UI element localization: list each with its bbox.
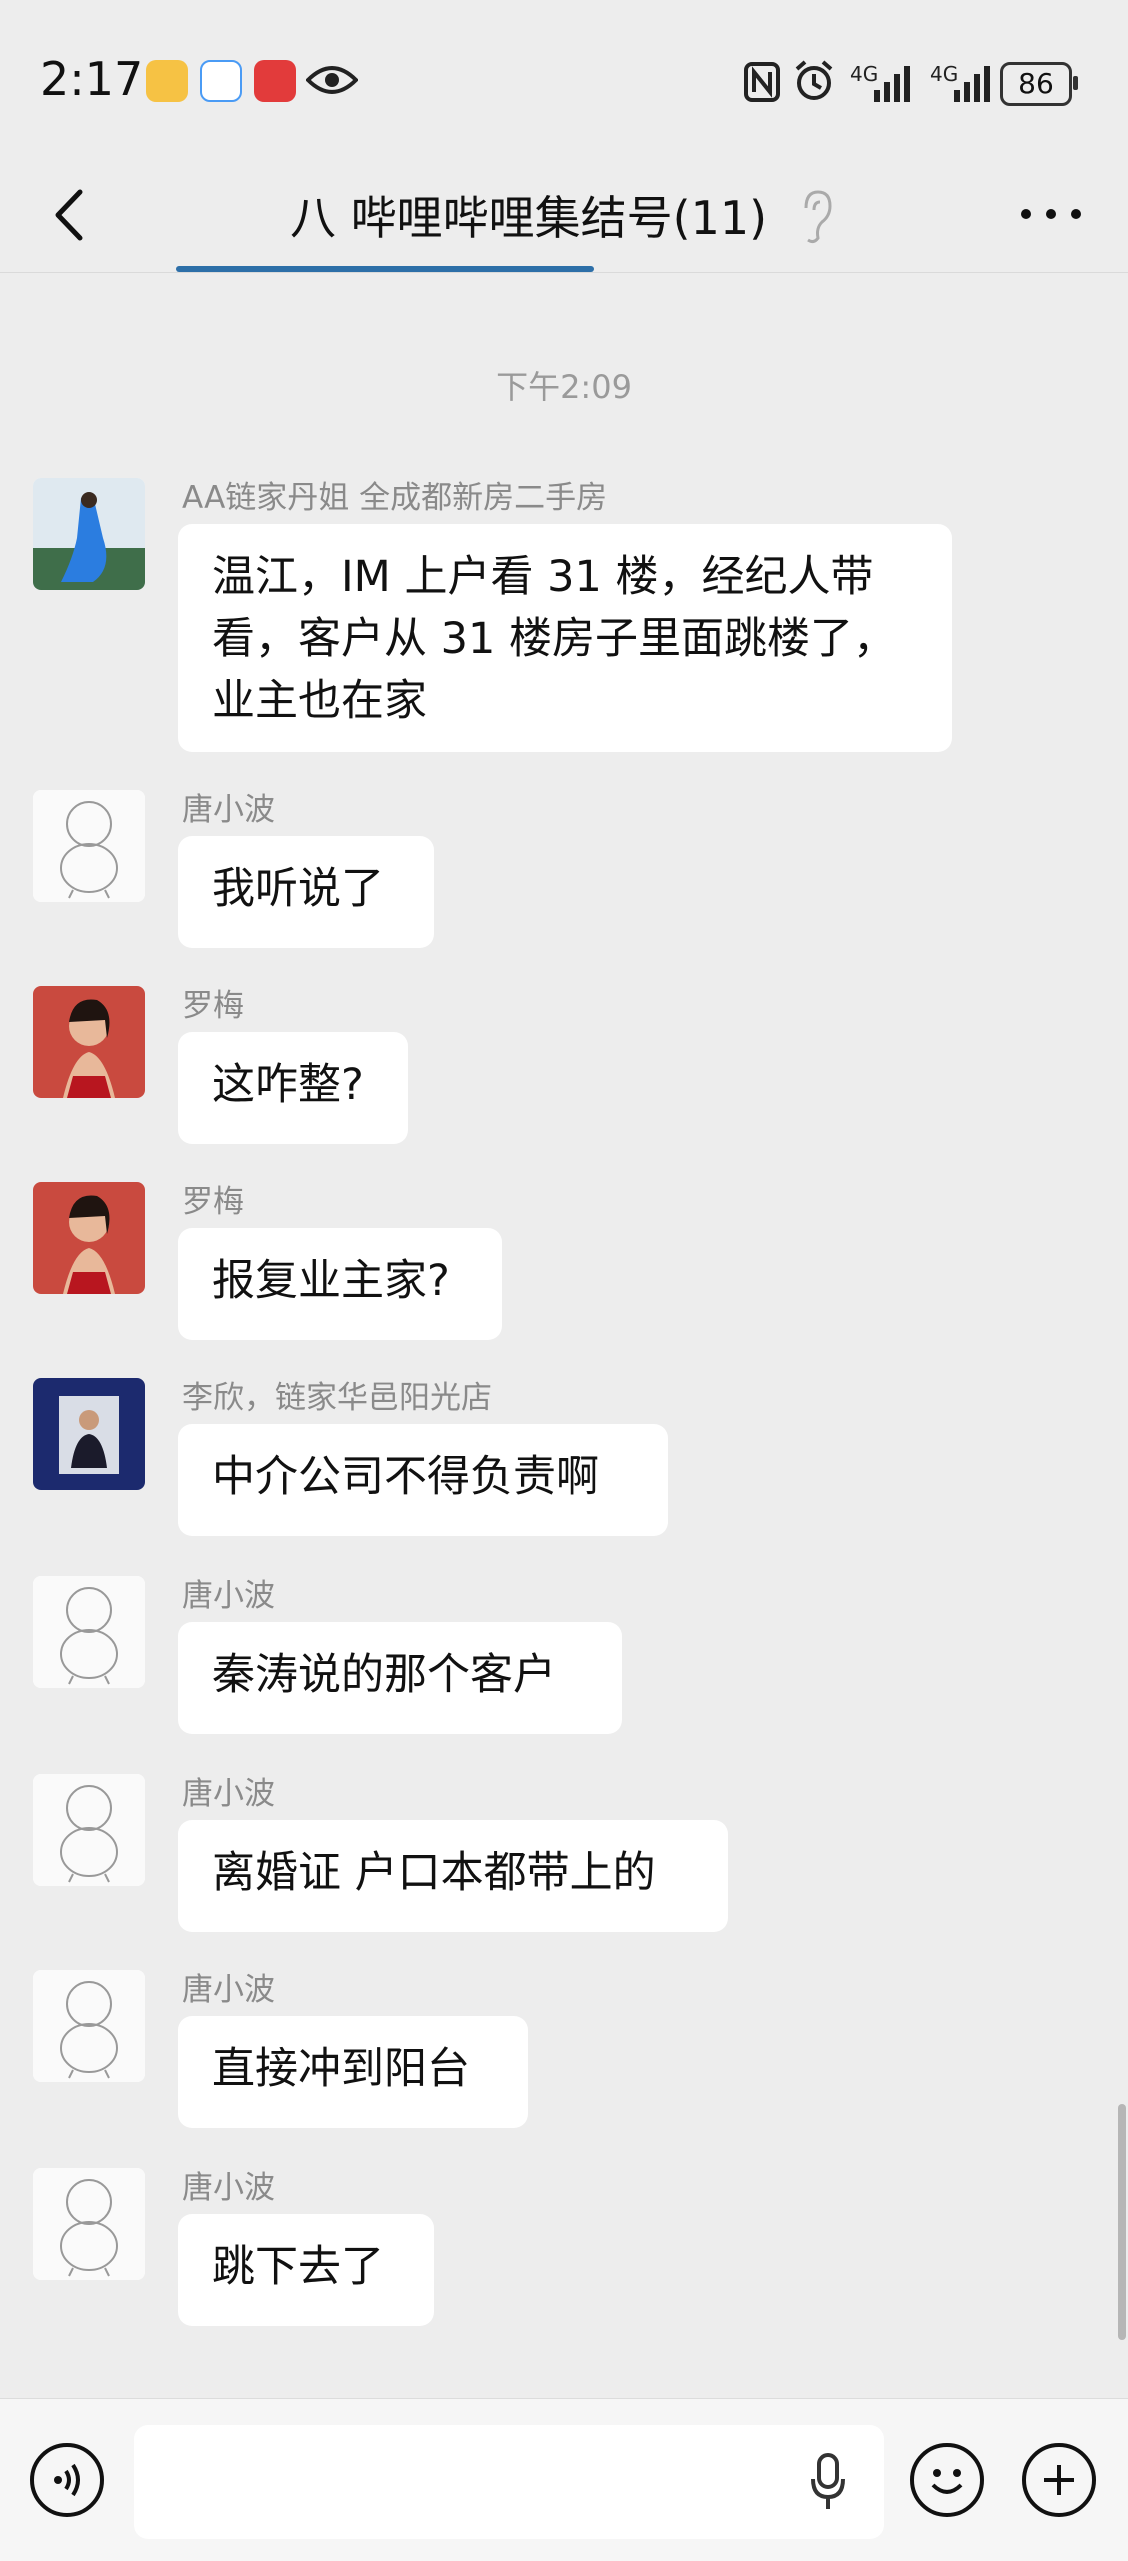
avatar[interactable]: [33, 1970, 145, 2082]
nfc-icon: [744, 62, 780, 102]
sender-name: 李欣，链家华邑阳光店: [182, 1380, 492, 1416]
message-app-icon: [200, 60, 242, 102]
avatar[interactable]: [33, 1182, 145, 1294]
avatar[interactable]: [33, 790, 145, 902]
battery-indicator: 86: [1000, 62, 1078, 106]
message-line: 中介公司不得负责啊: [212, 1452, 599, 1502]
message-line: 温江，IM 上户看 31 楼，经纪人带: [212, 552, 874, 602]
sender-name: 唐小波: [182, 1578, 275, 1614]
sender-name: 唐小波: [182, 1972, 275, 2008]
avatar[interactable]: [33, 2168, 145, 2280]
chat-title: 八 哔哩哔哩集结号(11): [290, 191, 768, 245]
sender-name: 唐小波: [182, 1776, 275, 1812]
message-bubble[interactable]: 温江，IM 上户看 31 楼，经纪人带 看，客户从 31 楼房子里面跳楼了， 业…: [178, 524, 952, 752]
emoji-icon[interactable]: [910, 2443, 984, 2517]
message-line: 看，客户从 31 楼房子里面跳楼了，: [212, 614, 897, 664]
battery-level: 86: [1018, 67, 1054, 100]
ear-icon: [804, 190, 832, 244]
message-bubble[interactable]: 直接冲到阳台: [178, 2016, 528, 2128]
avatar[interactable]: [33, 1774, 145, 1886]
input-bar: [0, 2398, 1128, 2561]
message-bubble[interactable]: 报复业主家?: [178, 1228, 502, 1340]
eye-icon: [306, 66, 358, 94]
message-line: 跳下去了: [212, 2242, 384, 2292]
previous-message-edge: [176, 266, 594, 272]
status-bar: 2:17 4G 4G 86: [0, 0, 1128, 160]
message-line: 这咋整?: [212, 1060, 364, 1110]
chat-header: 八 哔哩哔哩集结号(11): [0, 160, 1128, 273]
message-bubble[interactable]: 中介公司不得负责啊: [178, 1424, 668, 1536]
sender-name: 罗梅: [182, 988, 244, 1024]
sender-name: 唐小波: [182, 2170, 275, 2206]
message-line: 业主也在家: [212, 676, 427, 726]
avatar[interactable]: [33, 478, 145, 590]
message-bubble[interactable]: 跳下去了: [178, 2214, 434, 2326]
message-line: 直接冲到阳台: [212, 2044, 470, 2094]
more-icon[interactable]: [1016, 194, 1086, 234]
plus-icon[interactable]: [1022, 2443, 1096, 2517]
message-input[interactable]: [134, 2425, 884, 2539]
message-bubble[interactable]: 离婚证 户口本都带上的: [178, 1820, 728, 1932]
message-line: 秦涛说的那个客户: [212, 1650, 556, 1700]
weibo-icon: [146, 60, 188, 102]
scrollbar[interactable]: [1118, 2104, 1126, 2340]
signal-icon-2: [954, 66, 990, 102]
voice-icon[interactable]: [30, 2443, 104, 2517]
message-bubble[interactable]: 这咋整?: [178, 1032, 408, 1144]
message-bubble[interactable]: 秦涛说的那个客户: [178, 1622, 622, 1734]
sender-name: 罗梅: [182, 1184, 244, 1220]
back-arrow-icon[interactable]: [40, 180, 100, 250]
mic-icon[interactable]: [810, 2453, 846, 2511]
message-timestamp: 下午2:09: [496, 368, 632, 406]
status-time: 2:17: [40, 52, 144, 106]
sender-name: AA链家丹姐 全成都新房二手房: [182, 480, 608, 516]
message-line: 报复业主家?: [212, 1256, 450, 1306]
signal-icon-1: [874, 66, 910, 102]
alarm-icon: [795, 60, 833, 100]
news-app-icon: [254, 60, 296, 102]
message-bubble[interactable]: 我听说了: [178, 836, 434, 948]
sender-name: 唐小波: [182, 792, 275, 828]
avatar[interactable]: [33, 1576, 145, 1688]
avatar[interactable]: [33, 986, 145, 1098]
message-line: 离婚证 户口本都带上的: [212, 1848, 656, 1898]
message-line: 我听说了: [212, 864, 384, 914]
avatar[interactable]: [33, 1378, 145, 1490]
